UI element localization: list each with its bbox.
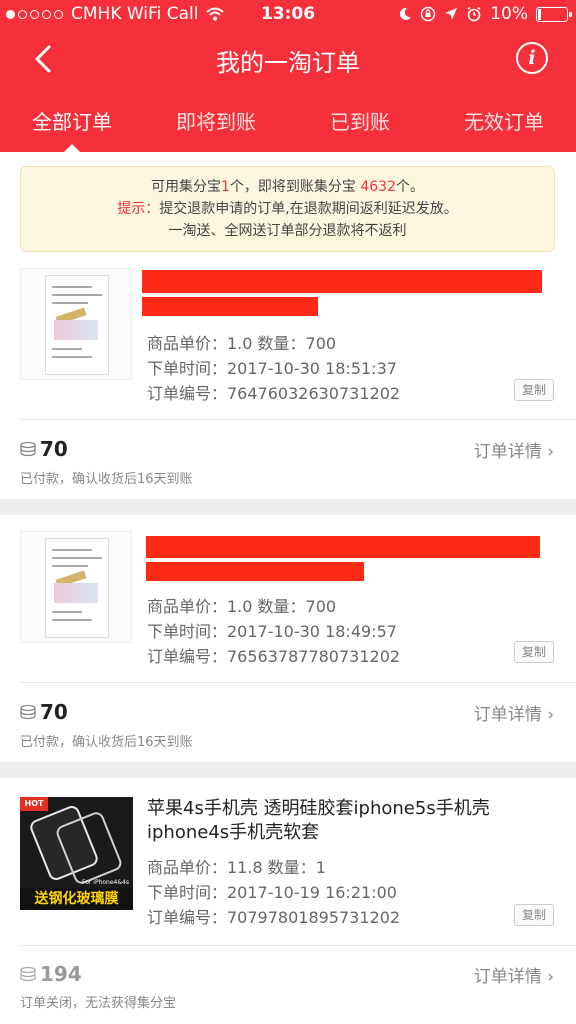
nav-bar: 我的一淘订单 i [0,30,576,88]
section-gap [0,762,576,778]
order-number: 订单编号：70797801895731202 [147,908,401,927]
location-icon [445,8,458,20]
copy-button[interactable]: 复制 [514,904,554,926]
points-value: 70 [40,700,68,724]
rotation-lock-icon [420,6,436,22]
alarm-icon [467,6,481,22]
tab-upcoming[interactable]: 即将到账 [144,90,288,152]
tab-all-orders[interactable]: 全部订单 [0,90,144,153]
image-tag: For iPhone4&4s [82,879,129,886]
notice-section: 可用集分宝1个，即将到账集分宝 4632个。 提示：提交退款申请的订单,在退款期… [0,152,576,252]
product-thumbnail[interactable] [20,268,132,380]
section-gap [0,499,576,515]
points-value: 70 [40,437,68,461]
order-detail-link[interactable]: 订单详情 › [474,700,554,725]
info-button[interactable]: i [516,42,548,74]
points-earned: 194 [20,962,82,986]
header: CMHK WiFi Call 13:06 10% 我的一淘订单 i 全部订单 即… [0,0,576,153]
battery-icon [536,6,572,22]
notice-line-1: 可用集分宝1个，即将到账集分宝 4632个。 [21,176,554,198]
order-status: 已付款，确认收货后16天到账 [20,472,193,487]
status-right: 10% [398,4,572,24]
coins-icon [20,966,36,982]
unit-price-quantity: 商品单价：1.0 数量：700 [147,334,337,353]
notice-text: 提交退款申请的订单,在退款期间返利延迟发放。 [159,201,458,217]
points-value: 194 [40,962,82,986]
points-earned: 70 [20,437,68,461]
notice-text: 可用集分宝 [150,179,221,195]
moon-icon [400,7,412,20]
divider [20,682,576,683]
notice-text: 个。 [396,179,424,195]
notice-tip-label: 提示： [117,201,160,217]
product-title[interactable]: 苹果4s手机壳 透明硅胶套iphone5s手机壳iphone4s手机壳软套 [147,797,557,845]
redacted-title [146,562,364,581]
order-time: 下单时间：2017-10-19 16:21:00 [147,883,397,902]
product-thumbnail[interactable] [20,531,132,643]
hot-badge: HOT [20,797,48,811]
copy-button[interactable]: 复制 [514,641,554,663]
divider [20,419,576,420]
coins-icon [20,441,36,457]
redacted-title [146,536,540,558]
order-time: 下单时间：2017-10-30 18:51:37 [147,359,397,378]
product-thumbnail[interactable]: HOT For iPhone4&4s 送钢化玻璃膜 [20,797,133,910]
order-detail-link[interactable]: 订单详情 › [474,962,554,987]
tab-bar: 全部订单 即将到账 已到账 无效订单 [0,90,576,153]
available-points: 1 [220,179,230,195]
unit-price-quantity: 商品单价：1.0 数量：700 [147,597,337,616]
order-detail-link[interactable]: 订单详情 › [474,437,554,462]
tab-received[interactable]: 已到账 [288,90,432,152]
coins-icon [20,704,36,720]
divider [20,945,576,946]
notice-line-3: 一淘送、全网送订单部分退款将不返利 [168,223,407,239]
order-card[interactable]: HOT For iPhone4&4s 送钢化玻璃膜 苹果4s手机壳 透明硅胶套i… [0,778,576,1024]
image-banner: 送钢化玻璃膜 [20,888,133,910]
order-number: 订单编号：76476032630731202 [147,384,401,403]
notice-box: 可用集分宝1个，即将到账集分宝 4632个。 提示：提交退款申请的订单,在退款期… [20,166,555,252]
page-title: 我的一淘订单 [216,49,360,77]
copy-button[interactable]: 复制 [514,379,554,401]
unit-price-quantity: 商品单价：11.8 数量：1 [147,858,326,877]
notice-text: 个，即将到账集分宝 [229,179,361,195]
pending-points: 4632 [360,179,396,195]
battery-percent: 10% [490,4,528,24]
points-earned: 70 [20,700,68,724]
status-bar: CMHK WiFi Call 13:06 10% [0,0,576,30]
order-status: 已付款，确认收货后16天到账 [20,735,193,750]
order-number: 订单编号：76563787780731202 [147,647,401,666]
order-card[interactable]: 商品单价：1.0 数量：700 下单时间：2017-10-30 18:51:37… [0,252,576,499]
redacted-title [142,270,542,293]
tab-invalid[interactable]: 无效订单 [432,90,576,152]
redacted-title [142,297,318,316]
order-card[interactable]: 商品单价：1.0 数量：700 下单时间：2017-10-30 18:49:57… [0,515,576,762]
order-status: 订单关闭，无法获得集分宝 [20,996,177,1011]
info-icon: i [528,47,536,69]
notice-line-2: 提示：提交退款申请的订单,在退款期间返利延迟发放。 [21,198,554,220]
order-time: 下单时间：2017-10-30 18:49:57 [147,622,397,641]
